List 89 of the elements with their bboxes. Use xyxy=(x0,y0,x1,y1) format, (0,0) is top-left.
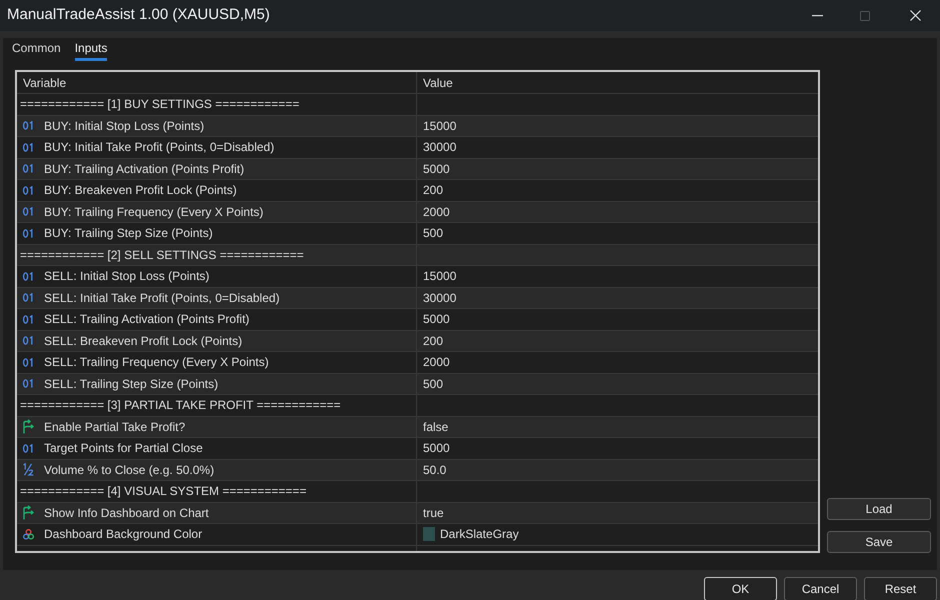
parameter-value: true xyxy=(423,506,444,519)
parameter-value: 500 xyxy=(423,227,444,240)
maximize-icon xyxy=(860,10,870,20)
group-heading: ============ [1] BUY SETTINGS ============ xyxy=(20,98,300,110)
parameter-value: DarkSlateGray xyxy=(440,528,519,540)
parameter-name: SELL: Initial Take Profit (Points, 0=Disabled) xyxy=(44,292,280,304)
parameter-value: 5000 xyxy=(423,442,450,454)
table-row[interactable]: BUY: Breakeven Profit Lock (Points) 200 xyxy=(17,180,818,202)
parameter-value: 200 xyxy=(423,334,444,347)
digits-icon xyxy=(22,228,34,238)
table-row[interactable]: ============ [3] PARTIAL TAKE PROFIT ============ xyxy=(17,395,818,416)
parameter-name: Dashboard Background Color xyxy=(44,528,202,540)
minimize-icon xyxy=(812,14,822,16)
branch-arrow-icon xyxy=(21,505,35,520)
parameter-value: 15000 xyxy=(423,120,456,132)
parameter-name: SELL: Trailing Frequency (Every X Points) xyxy=(44,356,269,368)
digits-icon xyxy=(22,379,34,388)
dialog-button[interactable]: Cancel xyxy=(784,577,857,600)
table-row[interactable]: BUY: Initial Take Profit (Points, 0=Disabled) 30000 xyxy=(17,137,818,158)
digits-icon xyxy=(22,336,34,346)
table-row[interactable]: Target Points for Partial Close 5000 xyxy=(17,438,818,460)
parameter-value: 200 xyxy=(423,184,444,196)
digits-icon xyxy=(22,293,34,302)
fraction-icon xyxy=(22,463,34,476)
table-row[interactable]: SELL: Trailing Activation (Points Profit) 5000 xyxy=(17,309,818,330)
table-row[interactable]: Volume % to Close (e.g. 50.0%) 50.0 xyxy=(17,460,818,481)
parameter-name: SELL: Trailing Activation (Points Profit) xyxy=(44,313,250,326)
table-row[interactable]: Show Info Dashboard on Chart true xyxy=(17,502,818,524)
digits-icon xyxy=(22,272,34,281)
table-row[interactable]: SELL: Initial Stop Loss (Points) 15000 xyxy=(17,266,818,288)
group-heading: ============ [2] SELL SETTINGS ============ xyxy=(20,248,304,261)
table-row[interactable]: Dashboard Background Color DarkSlateGray xyxy=(17,524,818,546)
window-title: ManualTradeAssist 1.00 (XAUUSD,M5) xyxy=(7,5,270,26)
table-row[interactable]: SELL: Initial Take Profit (Points, 0=Disabled) 30000 xyxy=(17,288,818,309)
parameter-name: SELL: Initial Stop Loss (Points) xyxy=(44,270,210,282)
parameter-value: false xyxy=(423,420,448,433)
parameter-name: Enable Partial Take Profit? xyxy=(44,420,186,433)
digits-icon xyxy=(22,358,34,367)
table-row[interactable]: ============ [4] VISUAL SYSTEM ============ xyxy=(17,481,818,502)
tab[interactable]: Common xyxy=(12,41,61,61)
parameter-name: Volume % to Close (e.g. 50.0%) xyxy=(44,464,214,476)
dialog-button[interactable]: OK xyxy=(704,577,777,600)
parameter-value: 30000 xyxy=(423,292,456,304)
table-row[interactable]: SELL: Breakeven Profit Lock (Points) 200 xyxy=(17,330,818,352)
parameter-value: 50.0 xyxy=(423,464,446,476)
group-heading: ============ [4] VISUAL SYSTEM ============ xyxy=(20,485,306,498)
parameter-name: BUY: Breakeven Profit Lock (Points) xyxy=(44,184,237,196)
column-header[interactable]: Value xyxy=(423,76,453,88)
parameter-value: 5000 xyxy=(423,162,450,175)
parameter-name: BUY: Trailing Frequency (Every X Points) xyxy=(44,206,264,218)
digits-icon xyxy=(22,121,34,130)
table-row[interactable]: SELL: Trailing Step Size (Points) 500 xyxy=(17,374,818,395)
parameter-name: Show Info Dashboard on Chart xyxy=(44,506,209,519)
table-row[interactable]: BUY: Trailing Step Size (Points) 500 xyxy=(17,223,818,244)
table-row[interactable]: ============ [1] BUY SETTINGS ============ xyxy=(17,94,818,116)
table-row[interactable]: Enable Partial Take Profit? false xyxy=(17,416,818,438)
digits-icon xyxy=(22,314,34,324)
parameter-value: 2000 xyxy=(423,206,450,218)
parameter-value: 15000 xyxy=(423,270,456,282)
parameter-value: 5000 xyxy=(423,313,450,326)
parameter-name: BUY: Trailing Step Size (Points) xyxy=(44,227,213,240)
parameter-name: Target Points for Partial Close xyxy=(44,442,203,454)
tab[interactable]: Inputs xyxy=(74,41,108,61)
parameter-name: SELL: Trailing Step Size (Points) xyxy=(44,378,218,390)
branch-arrow-icon xyxy=(21,419,35,434)
column-header[interactable]: Variable xyxy=(23,76,66,88)
parameter-value: 500 xyxy=(423,378,444,390)
side-button[interactable]: Load xyxy=(827,498,931,520)
parameter-name: BUY: Initial Take Profit (Points, 0=Disabled) xyxy=(44,141,274,154)
table-row[interactable]: BUY: Trailing Frequency (Every X Points) 2000 xyxy=(17,202,818,223)
table-row[interactable]: SELL: Trailing Frequency (Every X Points) 2000 xyxy=(17,352,818,374)
group-heading: ============ [3] PARTIAL TAKE PROFIT ============ xyxy=(20,399,341,412)
table-row[interactable]: ============ [2] SELL SETTINGS ============ xyxy=(17,244,818,266)
parameter-value: 2000 xyxy=(423,356,450,368)
parameter-name: SELL: Breakeven Profit Lock (Points) xyxy=(44,334,242,347)
digits-icon xyxy=(22,444,34,453)
circles-icon xyxy=(22,528,34,540)
parameter-value: 30000 xyxy=(423,141,456,154)
digits-icon xyxy=(22,164,34,174)
digits-icon xyxy=(22,207,34,216)
table-row[interactable]: BUY: Trailing Activation (Points Profit) 5000 xyxy=(17,158,818,180)
dialog-button[interactable]: Reset xyxy=(864,577,937,600)
side-button[interactable]: Save xyxy=(827,531,931,553)
close-icon xyxy=(910,10,920,21)
parameter-name: BUY: Trailing Activation (Points Profit) xyxy=(44,162,244,175)
parameter-name: BUY: Initial Stop Loss (Points) xyxy=(44,120,204,132)
table-row[interactable]: BUY: Initial Stop Loss (Points) 15000 xyxy=(17,116,818,137)
digits-icon xyxy=(22,142,34,152)
digits-icon xyxy=(22,186,34,195)
